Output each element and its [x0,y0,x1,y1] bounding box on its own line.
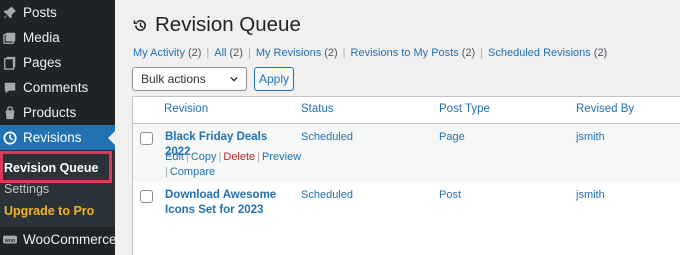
filter-separator: | [247,47,251,59]
status-cell: Scheduled [301,189,353,201]
sidebar-item-label: Media [23,30,60,45]
sidebar-item-label: Posts [23,5,57,20]
sidebar-item-media[interactable]: Media [0,25,115,50]
revised-by-cell[interactable]: jsmith [576,131,605,143]
main-content: Revision Queue My Activity (2) | All (2) |… [115,0,680,255]
filter-revisions-to-my-posts[interactable]: Revisions to My Posts [351,47,459,59]
revised-by-cell[interactable]: jsmith [576,189,605,201]
filter-count: (2) [593,47,608,59]
page-title: Revision Queue [133,13,301,37]
row-checkbox[interactable] [140,190,153,203]
table-header: Revision Status Post Type Revised By [133,97,680,124]
sidebar-item-comments[interactable]: Comments [0,75,115,100]
revision-title-line: Icons Set for 2023 [165,204,264,216]
filter-links: My Activity (2) | All (2) | My Revisions (2… [133,47,607,59]
column-revised-by[interactable]: Revised By [576,103,634,115]
apply-button[interactable]: Apply [254,67,294,91]
page-title-text: Revision Queue [155,13,301,36]
post-type-cell: Post [439,189,462,201]
row-checkbox[interactable] [140,132,153,145]
admin-sidebar: Posts Media Pages Comments Products Revi… [0,0,117,255]
sidebar-item-label: Pages [23,55,62,70]
sidebar-item-revisions[interactable]: Revisions [0,125,115,150]
column-post-type[interactable]: Post Type [439,103,490,115]
sidebar-item-label: Products [23,105,77,120]
filter-my-activity[interactable]: My Activity [133,47,185,59]
action-separator: | [257,151,261,163]
bulk-actions-value: Bulk actions [141,72,206,86]
revisions-icon [3,130,17,145]
media-icon [3,31,17,45]
pages-icon [3,56,17,70]
action-separator: | [165,166,168,178]
filter-separator: | [206,47,210,59]
revision-title-link[interactable]: Download Awesome Icons Set for 2023 [165,188,285,218]
preview-link[interactable]: Preview [262,151,301,163]
edit-link[interactable]: Edit [165,151,184,163]
revisions-table: Revision Status Post Type Revised By Bla… [132,96,680,255]
sidebar-item-label: WooCommerce [23,232,117,247]
filter-my-revisions[interactable]: My Revisions [256,47,321,59]
history-icon [133,18,148,33]
svg-text:woo: woo [4,237,16,243]
bulk-actions-select[interactable]: Bulk actions [132,67,247,91]
products-icon [3,105,17,120]
filter-all[interactable]: All [214,47,226,59]
compare-link[interactable]: Compare [170,166,215,178]
revision-title-line: Download Awesome [165,189,277,201]
action-separator: | [185,151,189,163]
column-revision[interactable]: Revision [164,103,208,115]
highlight-annotation [0,151,112,183]
sidebar-item-pages[interactable]: Pages [0,50,115,75]
row-actions: Edit | Copy | Delete | Preview | Compare [165,150,301,180]
sidebar-item-woocommerce[interactable]: woo WooCommerce [0,227,117,252]
filter-scheduled-revisions[interactable]: Scheduled Revisions [488,47,591,59]
sidebar-item-label: Revisions [23,130,82,145]
table-row: Black Friday Deals 2022 Edit | Copy | Delete… [133,124,680,182]
filter-count: (2) [187,47,202,59]
status-cell: Scheduled [301,131,353,143]
pin-icon [3,6,17,20]
submenu-upgrade-to-pro[interactable]: Upgrade to Pro [4,204,94,218]
filter-separator: | [480,47,484,59]
column-status[interactable]: Status [301,103,334,115]
filter-count: (2) [461,47,476,59]
sidebar-item-posts[interactable]: Posts [0,0,115,25]
chevron-down-icon [230,76,238,82]
filter-count: (2) [229,47,243,59]
copy-link[interactable]: Copy [191,151,217,163]
table-row: Download Awesome Icons Set for 2023 Sched… [133,182,680,255]
filter-separator: | [342,47,346,59]
submenu-settings[interactable]: Settings [4,182,49,196]
delete-link[interactable]: Delete [223,151,255,163]
woo-icon: woo [3,233,17,247]
comments-icon [3,81,17,95]
post-type-cell: Page [439,131,465,143]
sidebar-item-label: Comments [23,80,89,95]
filter-count: (2) [324,47,338,59]
sidebar-item-products[interactable]: Products [0,100,115,125]
action-separator: | [218,151,222,163]
